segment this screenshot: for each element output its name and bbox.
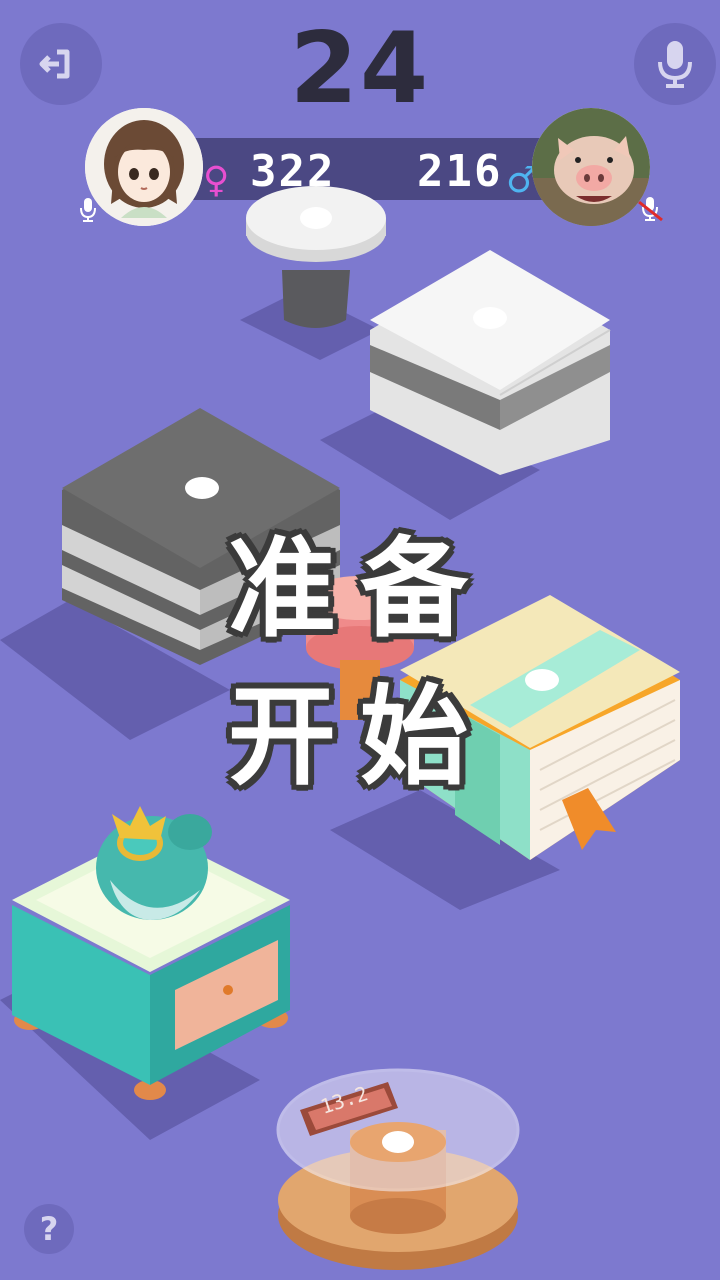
glass-table-platform	[276, 1068, 520, 1270]
help-icon: ?	[39, 1210, 59, 1248]
start-text: 开始	[227, 675, 492, 800]
ready-text: 准备	[227, 527, 492, 652]
help-button[interactable]: ?	[24, 1204, 74, 1254]
